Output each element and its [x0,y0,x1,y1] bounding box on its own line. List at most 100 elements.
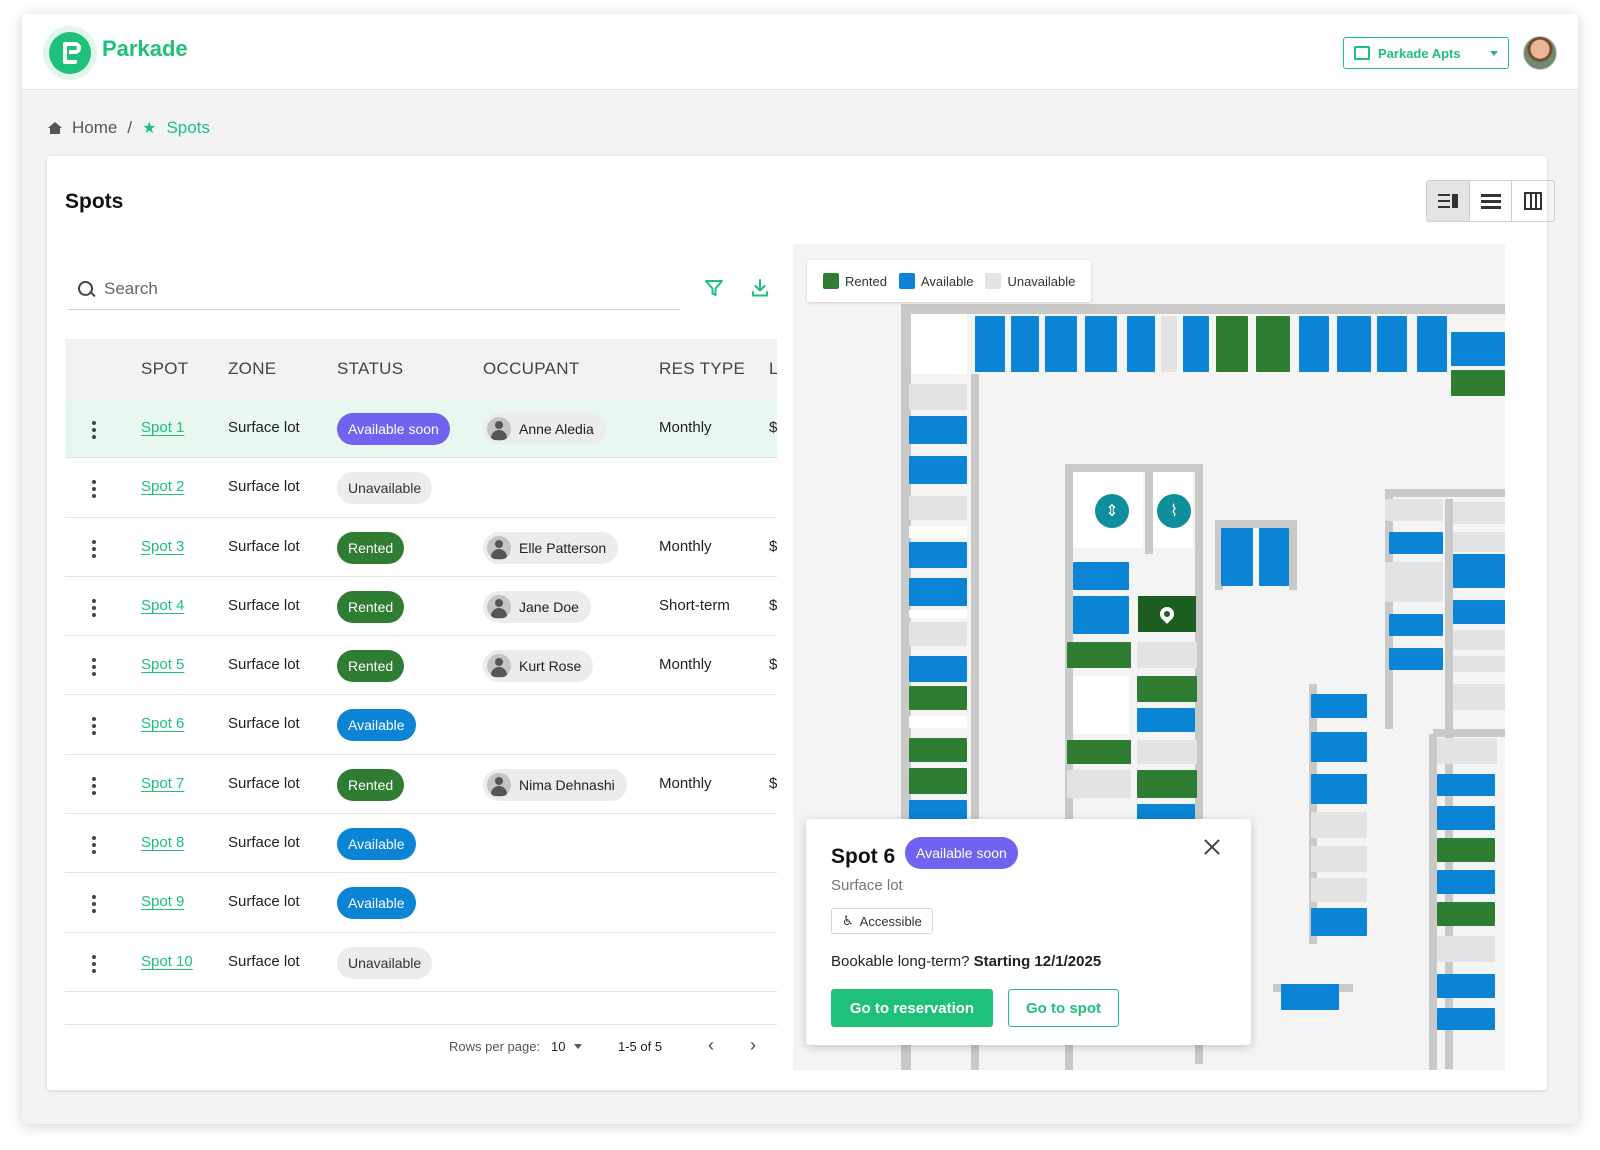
parking-spot[interactable] [1221,528,1253,586]
parking-spot[interactable] [1437,806,1495,830]
parking-spot[interactable] [1453,600,1505,624]
parking-spot[interactable] [909,578,967,606]
close-icon[interactable] [1202,837,1222,857]
parking-spot[interactable] [1437,838,1495,862]
occupant-chip[interactable]: Elle Patterson [483,531,619,564]
parking-spot[interactable] [1137,740,1197,764]
kebab-menu-icon[interactable] [92,717,96,736]
parking-spot[interactable] [909,542,967,568]
parking-spot[interactable] [975,316,1005,372]
chevron-left-icon[interactable]: ‹ [708,1035,714,1056]
parking-spot[interactable] [1073,676,1129,734]
column-header-res-type[interactable]: RES TYPE [659,359,745,379]
parking-spot[interactable] [1256,316,1290,372]
kebab-menu-icon[interactable] [92,539,96,558]
parking-spot[interactable] [1311,878,1367,902]
list-view-button[interactable] [1470,181,1513,221]
parking-spot[interactable] [1437,974,1495,998]
parking-spot[interactable] [1337,316,1371,372]
elevator-icon[interactable]: ⇕ [1095,494,1129,528]
spot-link[interactable]: Spot 6 [141,715,184,732]
table-row[interactable]: Spot 6 Surface lot Available [65,695,777,755]
parking-spot[interactable] [1385,562,1443,602]
column-header-occupant[interactable]: OCCUPANT [483,359,580,379]
parking-spot[interactable] [1073,596,1129,634]
table-row[interactable]: Spot 2 Surface lot Unavailable [65,458,777,518]
selected-spot-marker[interactable] [1138,596,1196,632]
kebab-menu-icon[interactable] [92,776,96,795]
parking-spot[interactable] [909,496,967,520]
table-row[interactable]: Spot 4 Surface lot Rented Jane Doe Short-ter… [65,577,777,637]
parking-spot[interactable] [909,686,967,710]
parking-spot[interactable] [1067,740,1131,764]
parking-spot[interactable] [1311,694,1367,718]
parking-spot[interactable] [1385,499,1443,521]
spot-link[interactable]: Spot 8 [141,834,184,851]
parking-spot[interactable] [1437,1008,1495,1030]
kebab-menu-icon[interactable] [92,480,96,499]
map-view-button[interactable] [1512,181,1554,221]
parking-spot[interactable] [1281,984,1339,1010]
parking-spot[interactable] [1311,812,1367,838]
stairs-icon[interactable]: ⌇ [1157,494,1191,528]
split-view-button[interactable] [1427,181,1470,221]
breadcrumb-home[interactable]: Home [72,118,117,138]
parking-spot[interactable] [1451,370,1505,396]
column-header-spot[interactable]: SPOT [141,359,189,379]
table-row[interactable]: Spot 9 Surface lot Available [65,873,777,933]
parking-spot[interactable] [1161,316,1177,372]
spot-link[interactable]: Spot 4 [141,597,184,614]
parking-spot[interactable] [909,738,967,762]
parking-spot[interactable] [1453,684,1505,710]
parking-spot[interactable] [1453,554,1505,588]
parking-spot[interactable] [909,416,967,444]
home-icon[interactable] [48,122,62,134]
table-row[interactable]: Spot 10 Surface lot Unavailable [65,933,777,992]
parking-spot[interactable] [1085,316,1117,372]
parking-spot[interactable] [1299,316,1329,372]
spot-link[interactable]: Spot 5 [141,656,184,673]
parking-spot[interactable] [1453,532,1505,552]
parking-spot[interactable] [1311,732,1367,762]
parking-spot[interactable] [1437,902,1495,926]
go-to-reservation-button[interactable]: Go to reservation [831,989,993,1027]
search-input[interactable] [104,278,624,299]
occupant-chip[interactable]: Jane Doe [483,590,591,623]
table-row[interactable]: Spot 5 Surface lot Rented Kurt Rose Monthly $ [65,636,777,696]
brand-name[interactable]: Parkade [102,36,188,62]
parking-spot[interactable] [1311,774,1367,804]
parking-spot[interactable] [1137,708,1195,732]
rows-per-page-select[interactable]: 10 [551,1039,565,1054]
table-row[interactable]: Spot 3 Surface lot Rented Elle Patterson Mon… [65,518,777,577]
user-avatar[interactable] [1523,36,1557,70]
parking-spot[interactable] [1437,774,1495,796]
kebab-menu-icon[interactable] [92,954,96,973]
occupant-chip[interactable]: Kurt Rose [483,650,594,683]
parking-spot[interactable] [1137,676,1197,702]
parking-spot[interactable] [909,456,967,484]
go-to-spot-button[interactable]: Go to spot [1008,989,1119,1027]
parking-spot[interactable] [1311,908,1367,936]
column-header-truncated[interactable]: L [769,359,777,379]
parking-spot[interactable] [909,622,967,646]
spot-link[interactable]: Spot 2 [141,478,184,495]
kebab-menu-icon[interactable] [92,836,96,855]
spot-link[interactable]: Spot 1 [141,419,184,436]
parking-spot[interactable] [1453,630,1505,650]
parking-spot[interactable] [1417,316,1447,372]
parking-spot[interactable] [1311,846,1367,872]
parkade-logo-icon[interactable] [43,26,97,80]
parking-spot[interactable] [1127,316,1155,372]
download-icon[interactable] [750,278,770,298]
parking-spot[interactable] [1137,642,1197,668]
parking-spot[interactable] [1377,316,1407,372]
parking-spot[interactable] [909,610,967,618]
parking-spot[interactable] [909,384,967,410]
parking-spot[interactable] [1045,316,1077,372]
column-header-zone[interactable]: ZONE [228,359,276,379]
kebab-menu-icon[interactable] [92,895,96,914]
parking-spot[interactable] [909,526,967,538]
parking-spot[interactable] [1389,614,1443,636]
parking-spot[interactable] [1011,316,1039,372]
kebab-menu-icon[interactable] [92,658,96,677]
